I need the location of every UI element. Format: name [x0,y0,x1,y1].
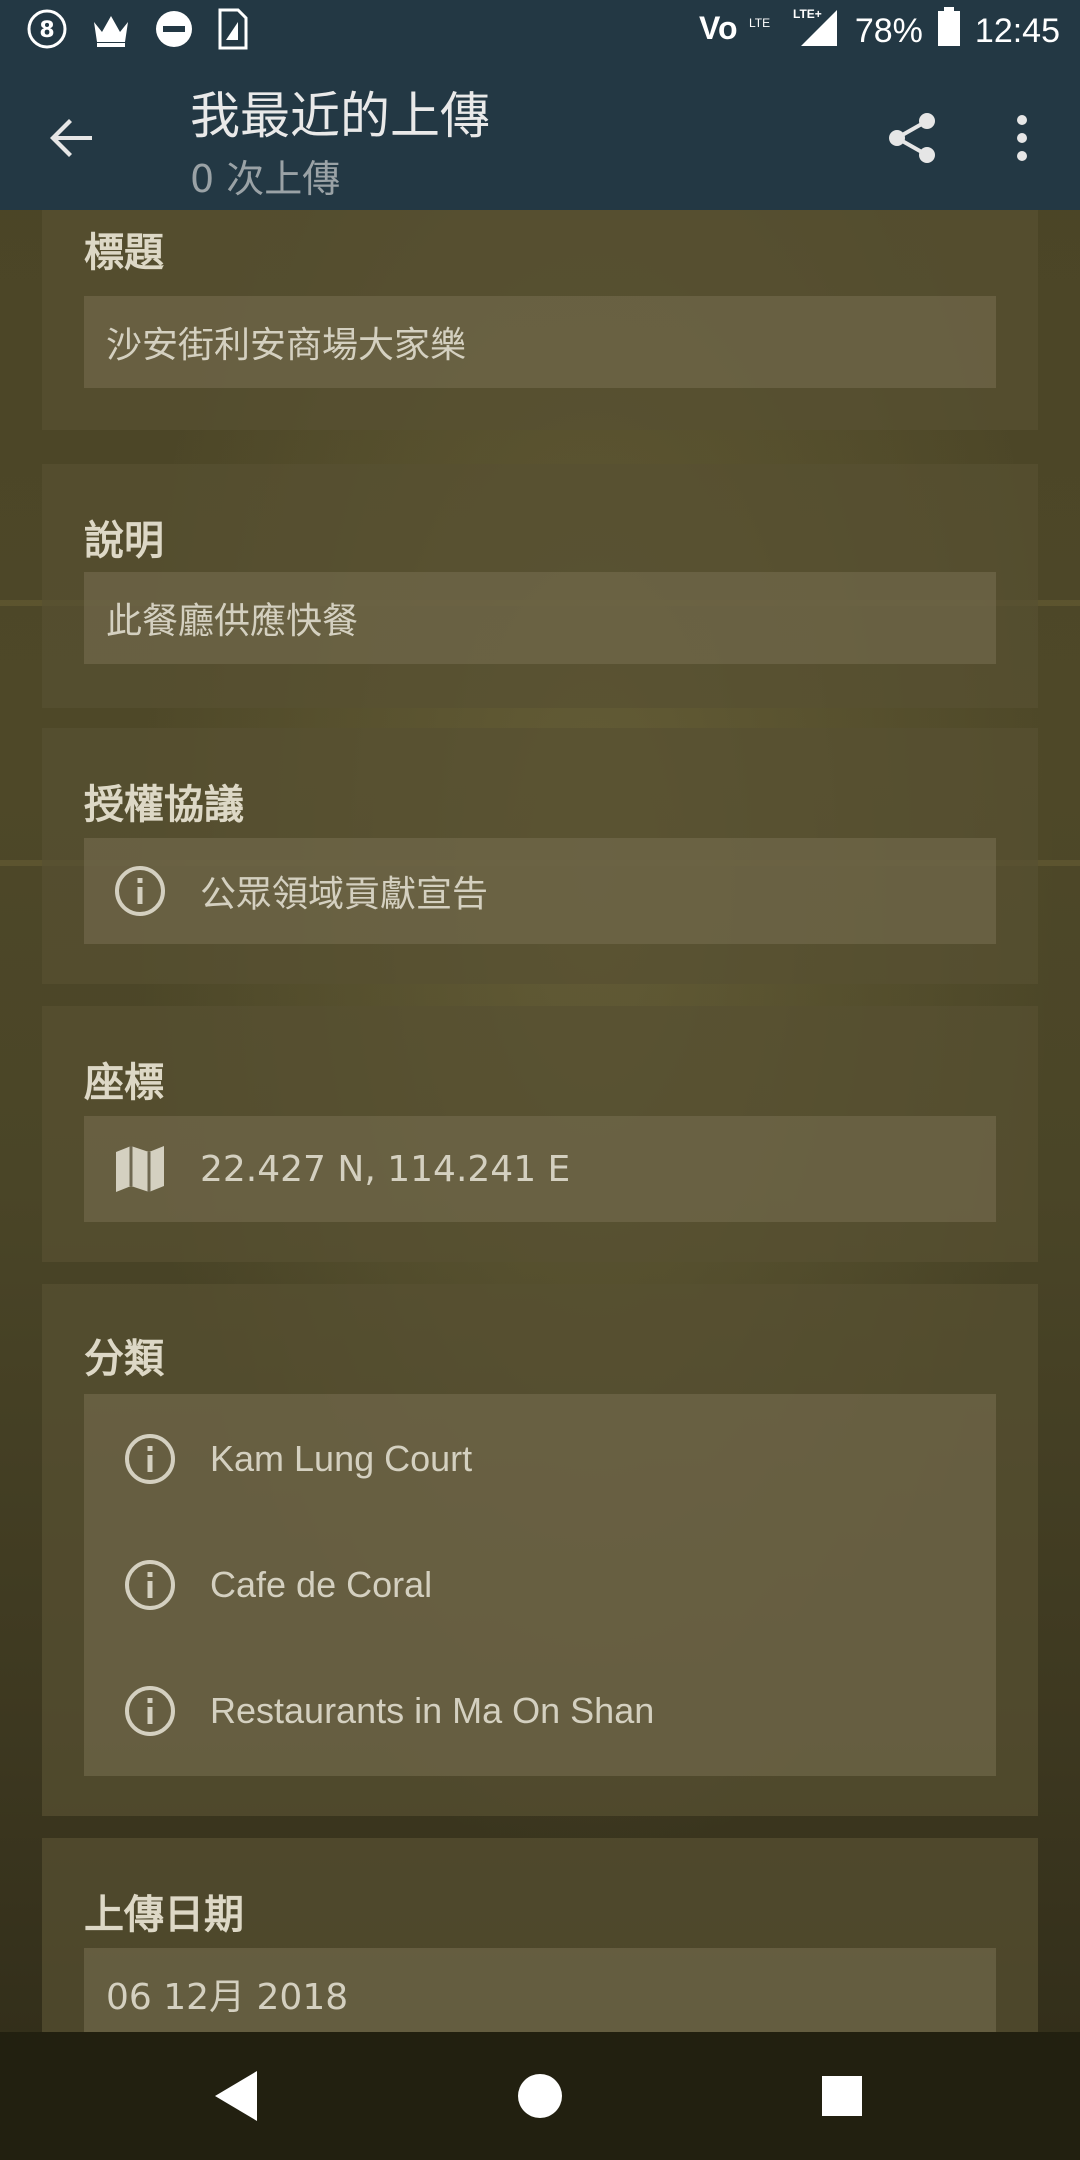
license-label: 授權協議 [84,782,244,828]
coordinates-label: 座標 [84,1060,164,1106]
coordinates-field[interactable]: 22.427 N, 114.241 E [84,1116,996,1222]
map-icon[interactable] [110,1139,170,1199]
upload-details[interactable]: 標題 沙安街利安商場大家樂 說明 此餐廳供應快餐 授權協議 公眾領域貢獻宣告 座… [0,210,1080,2032]
title-label: 標題 [84,230,164,276]
clock: 12:45 [974,11,1060,50]
category-item[interactable]: Kam Lung Court [84,1396,996,1522]
battery-icon [937,6,961,56]
volte-icon: Vo LTE [699,7,777,56]
description-label: 說明 [84,518,164,564]
license-field[interactable]: 公眾領域貢獻宣告 [84,838,996,944]
nav-home-button[interactable] [508,2064,572,2128]
coordinates-value: 22.427 N, 114.241 E [200,1148,571,1190]
category-item[interactable]: Cafe de Coral [84,1522,996,1648]
svg-text:8: 8 [39,18,54,43]
description-card: 說明 此餐廳供應快餐 [42,464,1038,708]
categories-card: 分類 Kam Lung Court Cafe de Coral Restaura… [42,1284,1038,1816]
category-label: Restaurants in Ma On Shan [210,1690,655,1731]
info-icon[interactable] [120,1681,180,1741]
svg-text:LTE+: LTE+ [793,7,822,21]
square-recents-icon [822,2076,862,2116]
description-field: 此餐廳供應快餐 [84,572,996,664]
title-value: 沙安街利安商場大家樂 [106,325,467,366]
svg-text:Vo: Vo [699,10,738,46]
license-card: 授權協議 公眾領域貢獻宣告 [42,728,1038,984]
category-item[interactable]: Restaurants in Ma On Shan [84,1648,996,1774]
upload-date-label: 上傳日期 [84,1892,244,1938]
category-label: Cafe de Coral [210,1564,433,1605]
triangle-back-icon [215,2071,257,2121]
nav-recents-button[interactable] [810,2064,874,2128]
upload-date-field: 06 12月 2018 [84,1948,996,2032]
description-value: 此餐廳供應快餐 [106,601,359,642]
categories-label: 分類 [84,1336,164,1382]
license-value: 公眾領域貢獻宣告 [200,874,489,915]
info-icon[interactable] [110,861,170,921]
title-card: 標題 沙安街利安商場大家樂 [42,210,1038,430]
category-label: Kam Lung Court [210,1438,473,1479]
battery-percent: 78% [854,11,923,50]
share-icon [889,113,935,163]
lte-signal-icon: LTE+ [791,6,841,57]
upload-count: 0 次上傳 [190,157,341,201]
sim-icon [216,8,248,54]
more-vert-icon [1017,115,1027,161]
title-field: 沙安街利安商場大家樂 [84,296,996,388]
svg-text:LTE: LTE [749,16,770,30]
categories-list: Kam Lung Court Cafe de Coral Restaurants… [84,1394,996,1776]
nav-back-button[interactable] [204,2064,268,2128]
arrow-left-icon [50,119,92,157]
coordinates-card: 座標 22.427 N, 114.241 E [42,1006,1038,1262]
info-icon[interactable] [120,1429,180,1489]
upload-date-value: 06 12月 2018 [106,1977,349,2018]
info-icon[interactable] [120,1555,180,1615]
dnd-icon [154,9,194,53]
crown-icon [90,8,132,54]
navigation-bar [0,2032,1080,2160]
octopus-icon: 8 [26,8,68,54]
more-options-button[interactable] [992,106,1052,170]
circle-home-icon [518,2074,562,2118]
upload-date-card: 上傳日期 06 12月 2018 [42,1838,1038,2032]
app-bar: 我最近的上傳 0 次上傳 [0,62,1080,210]
status-bar: 8 Vo LTE LTE+ 78% 12:45 [0,0,1080,62]
back-button[interactable] [40,106,104,170]
page-title: 我最近的上傳 [190,87,490,145]
share-button[interactable] [880,106,944,170]
